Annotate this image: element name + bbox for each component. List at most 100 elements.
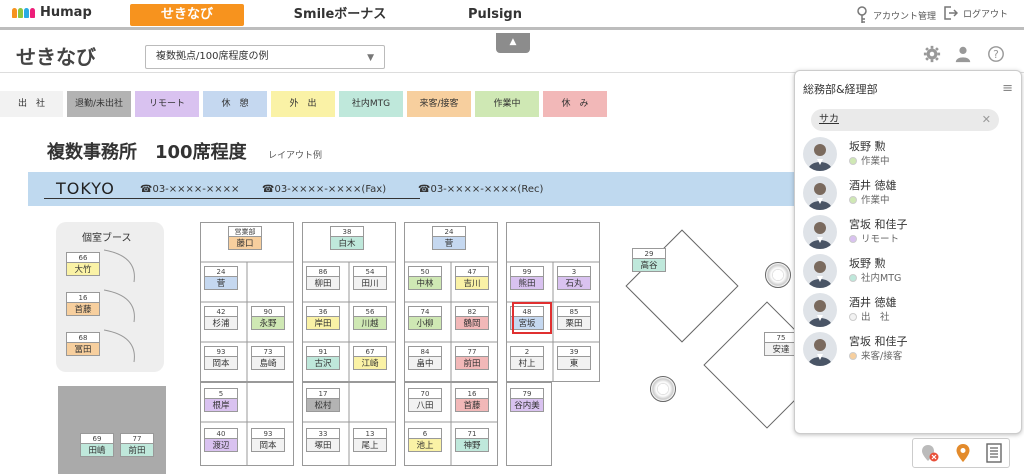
seat[interactable]: 営業部 藤口	[224, 226, 266, 262]
status-button[interactable]: 休 み	[543, 91, 607, 117]
office-title: 複数事務所 100席程度	[47, 142, 247, 163]
location-underline	[44, 198, 420, 199]
seat[interactable]: 66 大竹	[62, 252, 104, 288]
seat[interactable]: 69 田嶋	[76, 433, 118, 469]
seat[interactable]: 70 八田	[404, 388, 446, 424]
tab-sekinavi[interactable]: せきなび	[130, 4, 244, 26]
seat[interactable]: 38 白木	[326, 226, 368, 262]
status-button[interactable]: 外 出	[271, 91, 335, 117]
seat[interactable]: 39 東	[553, 346, 595, 382]
member-search-input[interactable]: サカ ✕	[811, 109, 999, 131]
seat[interactable]: 29 高谷	[628, 248, 670, 284]
seat-occupant-name: 川越	[353, 316, 387, 330]
tab-pulsign[interactable]: Pulsign	[440, 4, 550, 26]
seat[interactable]: 85 栗田	[553, 306, 595, 342]
member-status: 来客/接客	[849, 348, 902, 362]
gear-icon[interactable]	[923, 45, 941, 63]
seat[interactable]: 79 谷内美	[506, 388, 548, 424]
seat[interactable]: 93 岡本	[200, 346, 242, 382]
seat[interactable]: 47 吉川	[451, 266, 493, 302]
member-list-item[interactable]: 酒井 徳雄 作業中	[803, 176, 1013, 214]
status-button[interactable]: 出 社	[0, 91, 63, 117]
seat[interactable]: 54 田川	[349, 266, 391, 302]
seat-number: 75	[764, 332, 798, 342]
humap-logo[interactable]: Humap	[12, 5, 92, 20]
seat-number: 24	[432, 226, 466, 236]
logout-link[interactable]: ログアウト	[944, 6, 1008, 20]
location-off-icon[interactable]	[920, 443, 940, 463]
seat[interactable]: 99 熊田	[506, 266, 548, 302]
seat[interactable]: 6 池上	[404, 428, 446, 464]
seat-number: 99	[510, 266, 544, 276]
seat-occupant-name: 塚田	[306, 438, 340, 452]
seat[interactable]: 33 塚田	[302, 428, 344, 464]
page-title: せきなび	[16, 45, 96, 69]
status-button[interactable]: 来客/接客	[407, 91, 471, 117]
seat[interactable]: 93 岡本	[247, 428, 289, 464]
user-icon[interactable]	[954, 45, 972, 63]
seat[interactable]: 17 松村	[302, 388, 344, 424]
seat[interactable]: 2 村上	[506, 346, 548, 382]
status-button[interactable]: 社内MTG	[339, 91, 403, 117]
seat[interactable]: 13 尾上	[349, 428, 391, 464]
seat[interactable]: 77 前田	[451, 346, 493, 382]
seat-occupant-name: 谷内美	[510, 398, 544, 412]
person-avatar-icon	[808, 339, 832, 366]
help-icon[interactable]: ?	[987, 45, 1005, 63]
seat[interactable]: 90 永野	[247, 306, 289, 342]
member-list-item[interactable]: 坂野 勲社内MTG	[803, 254, 1013, 292]
map-pin-icon[interactable]	[955, 443, 971, 463]
status-button[interactable]: 退勤/未出社	[67, 91, 131, 117]
hamburger-menu-icon[interactable]: ≡	[1002, 81, 1013, 96]
seat[interactable]: 5 根岸	[200, 388, 242, 424]
member-list-item[interactable]: 坂野 勲作業中	[803, 137, 1013, 175]
seat[interactable]: 74 小柳	[404, 306, 446, 342]
seat[interactable]: 86 柳田	[302, 266, 344, 302]
seat-number: 71	[455, 428, 489, 438]
seat-number: 73	[251, 346, 285, 356]
seat[interactable]: 42 杉浦	[200, 306, 242, 342]
seat[interactable]: 24 菅	[428, 226, 470, 262]
member-list-item[interactable]: 宮坂 和佳子 来客/接客	[803, 332, 1013, 370]
seat[interactable]: 3 石丸	[553, 266, 595, 302]
seat-occupant-name: 大竹	[66, 262, 100, 276]
seat[interactable]: 50 中林	[404, 266, 446, 302]
selected-seat-highlight	[512, 302, 552, 334]
layout-select[interactable]: 複数拠点/100席程度の例 ▼	[145, 45, 385, 69]
status-button[interactable]: 休 憩	[203, 91, 267, 117]
collapse-header-button[interactable]: ▲	[496, 33, 530, 53]
seat[interactable]: 56 川越	[349, 306, 391, 342]
seat[interactable]: 84 畠中	[404, 346, 446, 382]
seat[interactable]: 16 首藤	[62, 292, 104, 328]
seat[interactable]: 71 神野	[451, 428, 493, 464]
seat-number: 6	[408, 428, 442, 438]
clear-search-icon[interactable]: ✕	[982, 109, 991, 131]
person-avatar-icon	[808, 183, 832, 210]
seat[interactable]: 91 古沢	[302, 346, 344, 382]
seat[interactable]: 67 江崎	[349, 346, 391, 382]
status-button[interactable]: リモート	[135, 91, 199, 117]
seat[interactable]: 82 鶴岡	[451, 306, 493, 342]
tab-smile-bonus[interactable]: Smileボーナス	[270, 4, 410, 26]
seat[interactable]: 40 渡辺	[200, 428, 242, 464]
seat-occupant-name: 冨田	[66, 342, 100, 356]
member-list-item[interactable]: 宮坂 和佳子 リモート	[803, 215, 1013, 253]
status-button[interactable]: 作業中	[475, 91, 539, 117]
seat-number: 70	[408, 388, 442, 398]
account-settings-link[interactable]: アカウント管理	[856, 6, 936, 24]
avatar	[803, 254, 837, 288]
member-list-item[interactable]: 酒井 徳雄出 社	[803, 293, 1013, 331]
seat[interactable]: 16 首藤	[451, 388, 493, 424]
seat-occupant-name: 白木	[330, 236, 364, 250]
chevron-down-icon: ▼	[367, 53, 374, 63]
seat-number: 営業部	[228, 226, 262, 236]
member-name: 宮坂 和佳子	[849, 218, 908, 231]
seat[interactable]: 73 島崎	[247, 346, 289, 382]
seat[interactable]: 77 前田	[116, 433, 158, 469]
seat[interactable]: 36 岸田	[302, 306, 344, 342]
seat[interactable]: 24 菅	[200, 266, 242, 302]
seat-occupant-name: 八田	[408, 398, 442, 412]
logout-label: ログアウト	[963, 9, 1009, 20]
seat[interactable]: 68 冨田	[62, 332, 104, 368]
list-view-icon[interactable]	[985, 443, 1002, 463]
